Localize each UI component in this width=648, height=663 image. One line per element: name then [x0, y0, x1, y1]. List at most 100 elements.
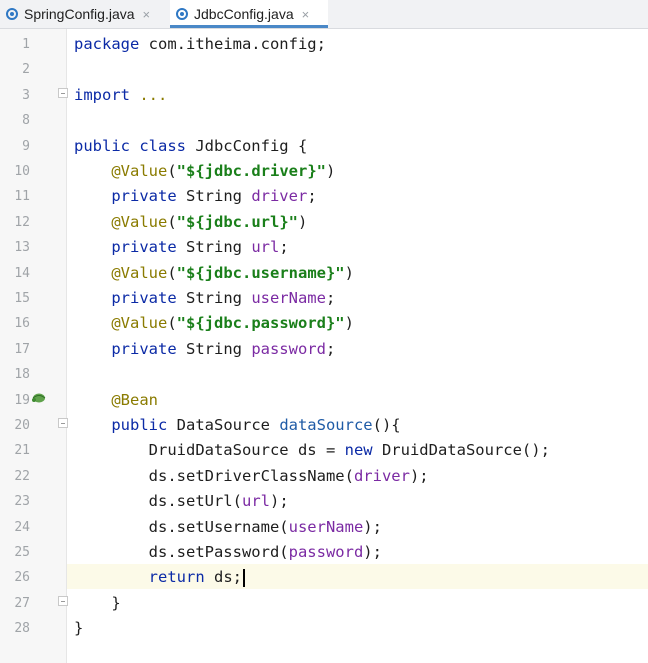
code-token: ;: [325, 339, 336, 358]
close-icon[interactable]: ×: [143, 7, 151, 22]
line-number: 10: [14, 164, 30, 179]
code-token: url: [251, 238, 280, 257]
line-number: 2: [22, 62, 30, 78]
code-line[interactable]: private String password;: [74, 337, 335, 362]
code-token: private: [111, 187, 177, 206]
code-token: password: [288, 543, 364, 561]
line-number: 3: [22, 87, 30, 103]
code-line[interactable]: ds.setUsername(userName);: [74, 515, 382, 540]
line-number: 8: [22, 113, 30, 129]
editor-tab-bar: SpringConfig.java × JdbcConfig.java ×: [0, 0, 648, 29]
line-number: 26: [14, 570, 30, 586]
code-token: (){: [372, 416, 401, 434]
code-line[interactable]: @Value("${jdbc.driver}"): [74, 159, 335, 184]
fold-method-icon[interactable]: [58, 418, 68, 428]
java-class-icon: [176, 8, 188, 20]
code-line[interactable]: private String driver;: [74, 184, 316, 209]
spring-bean-icon[interactable]: [30, 391, 46, 405]
code-line[interactable]: package com.itheima.config;: [74, 32, 326, 57]
code-line[interactable]: }: [74, 616, 83, 641]
close-icon[interactable]: ×: [302, 7, 310, 22]
code-token: new: [344, 441, 373, 460]
line-number: 22: [14, 468, 30, 484]
code-token: ds.setDriverClassName(: [74, 466, 354, 485]
code-token: driver: [353, 466, 410, 485]
tab-label: SpringConfig.java: [24, 6, 135, 22]
code-line[interactable]: @Bean: [74, 388, 158, 413]
code-line[interactable]: }: [74, 591, 121, 616]
code-token: ds.setUrl(: [74, 492, 242, 511]
code-token: "${jdbc.driver}": [176, 162, 326, 180]
java-class-icon: [6, 8, 18, 20]
line-number: 11: [14, 189, 30, 205]
code-token: ds;: [204, 568, 242, 587]
code-token: @Value: [111, 314, 168, 333]
code-token: }: [74, 593, 121, 612]
tab-jdbcconfig[interactable]: JdbcConfig.java ×: [170, 0, 328, 28]
code-token: (: [167, 314, 177, 333]
code-line[interactable]: @Value("${jdbc.url}"): [74, 210, 307, 235]
code-token: );: [409, 466, 429, 485]
line-number: 16: [14, 316, 30, 332]
code-token: com.itheima.config;: [139, 35, 326, 53]
tab-label: JdbcConfig.java: [194, 6, 294, 22]
code-editor[interactable]: package com.itheima.config; import ... pub…: [67, 29, 648, 663]
code-token: password: [251, 339, 326, 358]
line-number: 15: [14, 291, 30, 306]
code-line[interactable]: ds.setPassword(password);: [74, 540, 382, 565]
line-number: 28: [14, 621, 30, 637]
line-number: 18: [14, 367, 30, 383]
code-line[interactable]: ds.setDriverClassName(driver);: [74, 464, 429, 489]
code-token: String: [176, 238, 252, 257]
code-line[interactable]: public DataSource dataSource(){: [74, 413, 401, 438]
code-line[interactable]: return ds;: [74, 565, 245, 590]
code-line[interactable]: @Value("${jdbc.password}"): [74, 311, 354, 336]
code-line[interactable]: @Value("${jdbc.username}"): [74, 261, 354, 286]
code-line[interactable]: public class JdbcConfig {: [74, 134, 307, 159]
line-number: 12: [14, 214, 30, 230]
code-line[interactable]: ds.setUrl(url);: [74, 489, 289, 514]
code-token: ): [344, 314, 354, 333]
code-token: );: [363, 543, 382, 561]
code-token: private: [111, 339, 177, 358]
line-number: 24: [14, 519, 30, 535]
code-token: "${jdbc.url}": [176, 212, 298, 231]
code-line[interactable]: import ...: [74, 83, 167, 108]
code-token: url: [241, 492, 270, 511]
fold-end-icon[interactable]: [58, 596, 68, 606]
code-token: ds.setUsername(: [74, 517, 289, 536]
fold-imports-icon[interactable]: [58, 88, 68, 98]
code-line[interactable]: private String userName;: [74, 286, 335, 311]
code-token: JdbcConfig {: [185, 136, 308, 155]
code-token: @Value: [111, 162, 168, 180]
line-number: 23: [14, 494, 30, 510]
code-token: import: [74, 85, 130, 104]
code-token: ...: [139, 85, 168, 104]
code-token: ;: [279, 238, 289, 257]
code-token: "${jdbc.username}": [176, 263, 345, 282]
code-token: ): [298, 212, 308, 231]
code-token: (: [167, 162, 177, 180]
code-line[interactable]: DruidDataSource ds = new DruidDataSource…: [74, 438, 550, 463]
tab-springconfig[interactable]: SpringConfig.java ×: [6, 0, 166, 28]
code-token: ): [325, 162, 336, 180]
code-token: (: [167, 263, 177, 282]
code-token: String: [176, 339, 252, 358]
code-line[interactable]: private String url;: [74, 235, 289, 260]
code-token: );: [363, 517, 382, 536]
code-token: dataSource: [279, 416, 373, 434]
line-number: 17: [14, 341, 30, 357]
code-token: ;: [325, 289, 336, 307]
code-token: DruidDataSource ds =: [74, 441, 345, 460]
line-number: 19: [14, 392, 30, 408]
line-number: 9: [22, 138, 30, 154]
